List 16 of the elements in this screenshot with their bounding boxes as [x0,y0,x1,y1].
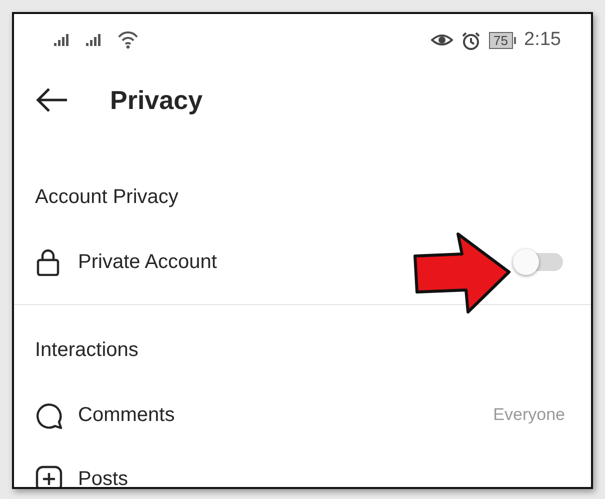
comment-icon [35,401,63,429]
setting-label: Private Account [78,250,218,275]
wifi-icon [118,31,138,49]
setting-label: Comments [78,403,176,428]
setting-value: Everyone [493,404,565,426]
setting-label: Posts [78,467,130,487]
page-title: Privacy [110,84,203,116]
battery-indicator: 75 [488,32,516,48]
clock-time: 2:15 [524,28,561,52]
signal-icon [54,34,70,46]
alarm-icon [460,30,481,50]
back-button[interactable] [36,88,68,112]
section-heading: Interactions [35,339,138,361]
signal-icon [86,34,102,46]
add-post-icon [35,465,63,487]
section-heading: Account Privacy [35,186,178,208]
